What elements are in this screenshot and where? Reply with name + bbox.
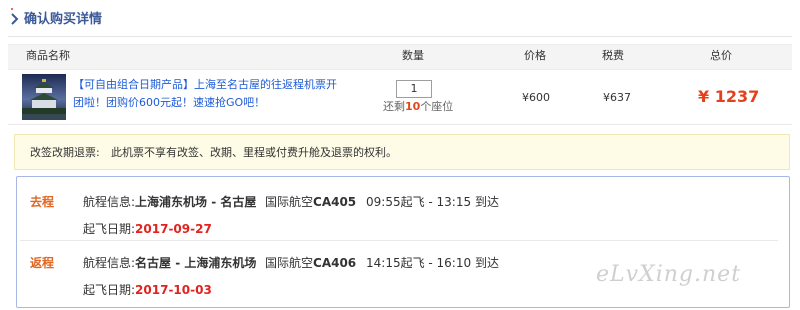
date-value: 2017-09-27 bbox=[135, 222, 212, 236]
product-link[interactable]: 【可自由组合日期产品】上海至名古屋的往返程机票开团啦！团购价600元起！速速抢G… bbox=[73, 76, 343, 112]
seats-remaining-suffix: 个座位 bbox=[420, 100, 454, 113]
date-label: 起飞日期: bbox=[83, 222, 136, 236]
column-header-price: 价格 bbox=[524, 49, 546, 62]
route-name: 上海浦东机场 - 名古屋 bbox=[135, 195, 257, 209]
page-title: 确认购买详情 bbox=[24, 12, 103, 27]
flight-times-outbound: 09:55起飞 - 13:15 到达 bbox=[366, 195, 499, 209]
departure-date-return: 起飞日期:2017-10-03 bbox=[83, 281, 212, 298]
flight-number: CA406 bbox=[313, 256, 357, 270]
route-info-outbound: 航程信息:上海浦东机场 - 名古屋 bbox=[83, 193, 256, 210]
column-header-product: 商品名称 bbox=[26, 49, 70, 62]
leg-label-return: 返程 bbox=[30, 256, 55, 270]
route-prefix: 航程信息: bbox=[83, 195, 136, 209]
date-value: 2017-10-03 bbox=[135, 283, 212, 297]
castle-thumbnail-image bbox=[22, 74, 66, 120]
total-price: ¥ 1237 bbox=[698, 87, 760, 106]
notice-label: 改签改期退票: bbox=[30, 146, 100, 159]
route-info-return: 航程信息:名古屋 - 上海浦东机场 bbox=[83, 254, 256, 271]
route-name: 名古屋 - 上海浦东机场 bbox=[135, 256, 257, 270]
quantity-input[interactable]: 1 bbox=[396, 80, 432, 98]
leg-divider bbox=[20, 240, 778, 241]
flight-times-return: 14:15起飞 - 16:10 到达 bbox=[366, 256, 499, 270]
seats-remaining: 还剩10个座位 bbox=[383, 100, 453, 114]
section-header bbox=[8, 8, 792, 37]
departure-date-outbound: 起飞日期:2017-09-27 bbox=[83, 220, 212, 237]
product-thumbnail[interactable] bbox=[22, 74, 66, 120]
seats-remaining-count: 10 bbox=[405, 100, 421, 113]
leg-label-outbound: 去程 bbox=[30, 195, 55, 209]
date-label: 起飞日期: bbox=[83, 283, 136, 297]
seats-remaining-prefix: 还剩 bbox=[383, 100, 405, 113]
airline-name: 国际航空 bbox=[265, 256, 314, 270]
airline-name: 国际航空 bbox=[265, 195, 314, 209]
flight-info-outbound: 国际航空CA405 bbox=[265, 193, 356, 210]
route-prefix: 航程信息: bbox=[83, 256, 136, 270]
price-value: ¥600 bbox=[522, 91, 550, 104]
column-header-total: 总价 bbox=[710, 49, 732, 62]
flight-number: CA405 bbox=[313, 195, 357, 209]
notice-text: 此机票不享有改签、改期、里程或付费升舱及退票的权利。 bbox=[111, 146, 397, 159]
table-header bbox=[8, 44, 792, 70]
column-header-quantity: 数量 bbox=[402, 49, 424, 62]
column-header-tax: 税费 bbox=[602, 49, 624, 62]
flight-info-return: 国际航空CA406 bbox=[265, 254, 356, 271]
watermark-text: eLvXing.net bbox=[596, 262, 742, 287]
tax-value: ¥637 bbox=[603, 91, 631, 104]
